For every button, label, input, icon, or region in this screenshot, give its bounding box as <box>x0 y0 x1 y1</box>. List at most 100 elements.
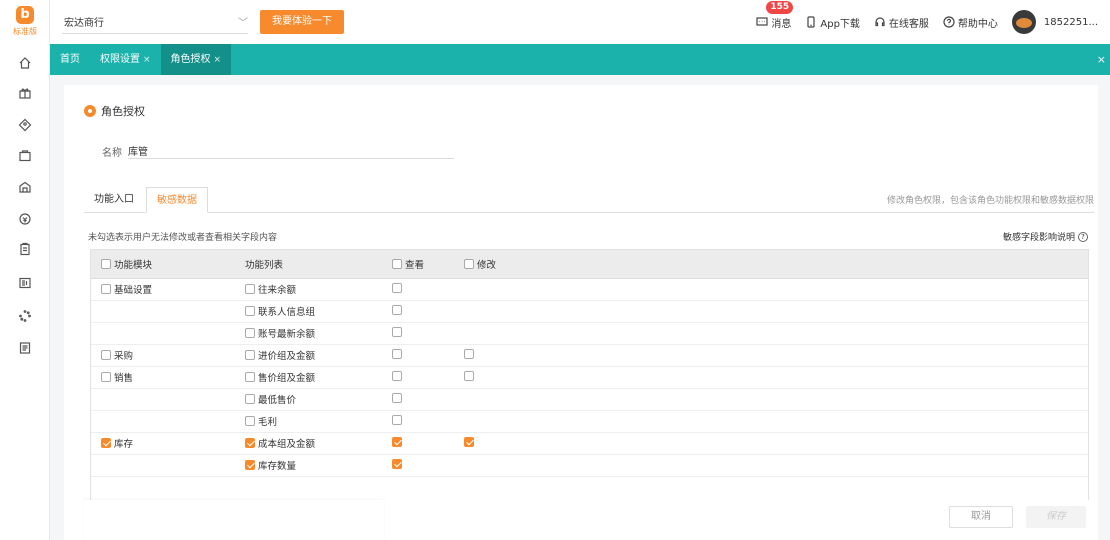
view-cell <box>384 366 456 389</box>
table-body: 基础设置 往来余额联系人信息组 账号最新余额采购 进价组及金额销售 售价组及金额 最低售价… <box>91 278 1088 477</box>
checkbox[interactable] <box>245 372 255 382</box>
tab-label: 首页 <box>60 54 80 65</box>
clipboard-icon[interactable] <box>16 240 34 258</box>
view-cell <box>384 454 456 477</box>
online-service-link[interactable]: 在线客服 <box>874 15 929 30</box>
subtab-sensitive-data[interactable]: 敏感数据 <box>146 187 208 213</box>
subtab-function-entry[interactable]: 功能入口 <box>84 187 144 213</box>
name-input[interactable] <box>128 143 454 159</box>
checkbox[interactable] <box>392 349 402 359</box>
save-button[interactable]: 保存 <box>1026 506 1086 528</box>
checkbox[interactable] <box>245 306 255 316</box>
function-cell-label: 成本组及金额 <box>258 439 316 450</box>
bag-icon[interactable] <box>16 146 34 164</box>
edit-cell <box>456 366 1088 389</box>
checkbox[interactable] <box>245 438 255 448</box>
checkbox[interactable] <box>392 305 402 315</box>
main-panel: 角色授权 名称 功能入口 敏感数据 修改角色权限，包含该角色功能权限和敏感数据权… <box>64 85 1098 540</box>
table-row: 最低售价 <box>91 388 1088 411</box>
view-cell <box>384 300 456 323</box>
close-all-tabs-icon[interactable]: × <box>1097 53 1106 66</box>
checkbox[interactable] <box>392 258 402 269</box>
checkbox[interactable] <box>464 258 474 269</box>
header-module[interactable]: 功能模块 <box>91 250 237 279</box>
checkbox[interactable] <box>245 416 255 426</box>
function-cell-label: 联系人信息组 <box>258 307 316 318</box>
function-cell-label: 账号最新余额 <box>258 329 316 340</box>
warehouse-icon[interactable] <box>16 178 34 196</box>
header-edit[interactable]: 修改 <box>456 250 1088 279</box>
view-cell <box>384 410 456 433</box>
function-cell: 售价组及金额 <box>237 366 384 389</box>
tab-role-authorization[interactable]: 角色授权 × <box>160 44 232 75</box>
cancel-button[interactable]: 取消 <box>949 506 1013 528</box>
checkbox[interactable] <box>101 350 111 360</box>
finance-icon[interactable] <box>16 210 34 228</box>
checkbox[interactable] <box>245 350 255 360</box>
top-right-actions: 消息 155 App下载 在线客服 帮助中心 1852251... <box>756 0 1110 44</box>
table-row: 库存数量 <box>91 454 1088 477</box>
table-row: 销售 售价组及金额 <box>91 366 1088 389</box>
app-download-link[interactable]: App下载 <box>805 15 860 30</box>
impact-help-link[interactable]: 敏感字段影响说明 ? <box>1003 230 1088 243</box>
header-view[interactable]: 查看 <box>384 250 456 279</box>
checkbox[interactable] <box>101 438 111 448</box>
checkbox[interactable] <box>245 394 255 404</box>
checkbox[interactable] <box>101 284 111 294</box>
checkbox[interactable] <box>392 459 402 469</box>
close-icon[interactable]: × <box>143 55 151 65</box>
module-cell: 库存 <box>91 432 237 455</box>
user-name[interactable]: 1852251... <box>1044 17 1098 28</box>
view-cell <box>384 278 456 301</box>
tag-icon[interactable] <box>16 116 34 134</box>
document-icon[interactable] <box>16 339 34 357</box>
messages-label: 消息 <box>771 18 792 30</box>
checkbox[interactable] <box>245 460 255 470</box>
module-cell-label: 库存 <box>114 439 134 450</box>
function-cell: 库存数量 <box>237 454 384 477</box>
checkbox[interactable] <box>392 371 402 381</box>
table-row: 基础设置 往来余额 <box>91 278 1088 301</box>
checkbox[interactable] <box>464 349 474 359</box>
footer-bar: 取消 保存 <box>84 500 1098 540</box>
table-row: 毛利 <box>91 410 1088 433</box>
tab-home[interactable]: 首页 <box>50 44 90 75</box>
header-function-label: 功能列表 <box>245 259 284 271</box>
close-icon[interactable]: × <box>214 55 222 65</box>
checkbox[interactable] <box>245 284 255 294</box>
tab-label: 权限设置 <box>100 54 140 65</box>
function-cell-label: 进价组及金额 <box>258 351 316 362</box>
phone-icon <box>807 16 815 28</box>
checkbox[interactable] <box>392 437 402 447</box>
messages-link[interactable]: 消息 155 <box>756 0 794 30</box>
checkbox[interactable] <box>101 372 111 382</box>
checkbox[interactable] <box>245 328 255 338</box>
try-button[interactable]: 我要体验一下 <box>260 10 344 34</box>
help-center-link[interactable]: 帮助中心 <box>943 15 998 30</box>
report-icon[interactable] <box>16 274 34 292</box>
tab-permission-settings[interactable]: 权限设置 × <box>90 44 161 75</box>
name-label: 名称 <box>102 147 122 159</box>
module-cell: 采购 <box>91 344 237 367</box>
app-logo[interactable]: b 标准版 <box>8 6 42 40</box>
function-cell: 毛利 <box>237 410 384 433</box>
checkbox[interactable] <box>464 371 474 381</box>
function-cell-label: 售价组及金额 <box>258 373 316 384</box>
gift-icon[interactable] <box>16 84 34 102</box>
checkbox[interactable] <box>464 437 474 447</box>
checkbox[interactable] <box>392 283 402 293</box>
name-row: 名称 <box>102 143 454 159</box>
loading-icon[interactable] <box>16 307 34 325</box>
store-select[interactable]: 宏达商行 ﹀ <box>62 10 248 34</box>
avatar[interactable] <box>1011 10 1036 34</box>
checkbox[interactable] <box>392 327 402 337</box>
module-cell: 销售 <box>91 366 237 389</box>
checkbox[interactable] <box>392 393 402 403</box>
home-icon[interactable] <box>16 54 34 72</box>
headset-icon <box>875 17 885 27</box>
help-icon <box>943 16 955 28</box>
function-cell-label: 最低售价 <box>258 395 297 406</box>
checkbox[interactable] <box>392 415 402 425</box>
checkbox[interactable] <box>101 258 111 269</box>
module-cell-label: 基础设置 <box>114 285 153 296</box>
